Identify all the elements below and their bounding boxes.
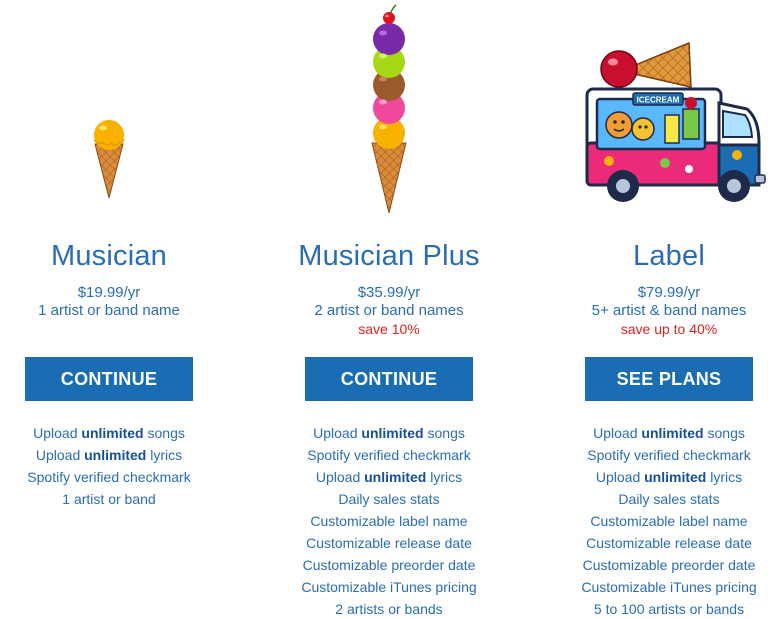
plan-price: $79.99/yr	[637, 284, 701, 301]
feature-item: Customizable preorder date	[582, 557, 756, 573]
plan-description: 1 artist or band name	[38, 302, 180, 319]
single-scoop-cone-illustration	[0, 118, 239, 198]
see-plans-button[interactable]: SEE PLANS	[585, 357, 753, 401]
feature-list: Upload unlimited songs Upload unlimited …	[0, 422, 239, 510]
feature-item: Daily sales stats	[338, 491, 440, 507]
plan-card-musician-plus: Musician Plus $35.99/yr 2 artist or band…	[259, 0, 519, 619]
feature-item: Upload unlimited lyrics	[595, 469, 743, 485]
plan-price: $35.99/yr	[357, 284, 421, 301]
feature-item: Customizable release date	[586, 535, 752, 551]
feature-emphasis: unlimited	[644, 469, 707, 485]
feature-item: Customizable release date	[306, 535, 472, 551]
feature-item: Spotify verified checkmark	[307, 447, 471, 463]
plan-title: Musician Plus	[298, 240, 480, 272]
plan-description: 2 artist or band names	[314, 302, 464, 319]
feature-emphasis: unlimited	[84, 447, 147, 463]
continue-button[interactable]: CONTINUE	[305, 357, 473, 401]
plan-card-label: ICECREAM Label $79.99/yr 5+ artist & ban…	[539, 0, 777, 619]
five-scoop-cone-illustration	[259, 3, 519, 213]
feature-item: Upload unlimited songs	[593, 425, 745, 441]
feature-emphasis: unlimited	[361, 425, 424, 441]
ice-cream-truck-illustration: ICECREAM	[539, 3, 777, 208]
feature-emphasis: unlimited	[81, 425, 144, 441]
feature-item: Upload unlimited songs	[33, 425, 185, 441]
feature-item: Customizable iTunes pricing	[581, 579, 757, 595]
plan-card-musician: Musician $19.99/yr 1 artist or band name…	[0, 0, 239, 619]
feature-item: 1 artist or band	[62, 491, 156, 507]
feature-item: Upload unlimited lyrics	[315, 469, 463, 485]
feature-list: Upload unlimited songs Spotify verified …	[259, 422, 519, 619]
feature-item: Customizable label name	[590, 513, 748, 529]
feature-item: Upload unlimited songs	[313, 425, 465, 441]
plan-title: Label	[633, 240, 705, 272]
plan-price: $19.99/yr	[77, 284, 141, 301]
feature-item: 5 to 100 artists or bands	[593, 601, 745, 617]
feature-item: Upload unlimited lyrics	[35, 447, 183, 463]
feature-item: Spotify verified checkmark	[587, 447, 751, 463]
feature-item: Customizable preorder date	[302, 557, 476, 573]
continue-button[interactable]: CONTINUE	[25, 357, 193, 401]
feature-item: Daily sales stats	[618, 491, 720, 507]
plan-title: Musician	[50, 240, 168, 272]
discount-label: save up to 40%	[620, 321, 718, 337]
feature-item: Customizable iTunes pricing	[301, 579, 477, 595]
discount-label: save 10%	[358, 321, 420, 337]
feature-list: Upload unlimited songs Spotify verified …	[539, 422, 777, 619]
truck-sign-text: ICECREAM	[637, 96, 680, 105]
feature-emphasis: unlimited	[364, 469, 427, 485]
plan-description: 5+ artist & band names	[591, 302, 747, 319]
feature-item: Spotify verified checkmark	[27, 469, 191, 485]
feature-item: Customizable label name	[310, 513, 468, 529]
feature-item: 2 artists or bands	[335, 601, 443, 617]
feature-emphasis: unlimited	[641, 425, 704, 441]
